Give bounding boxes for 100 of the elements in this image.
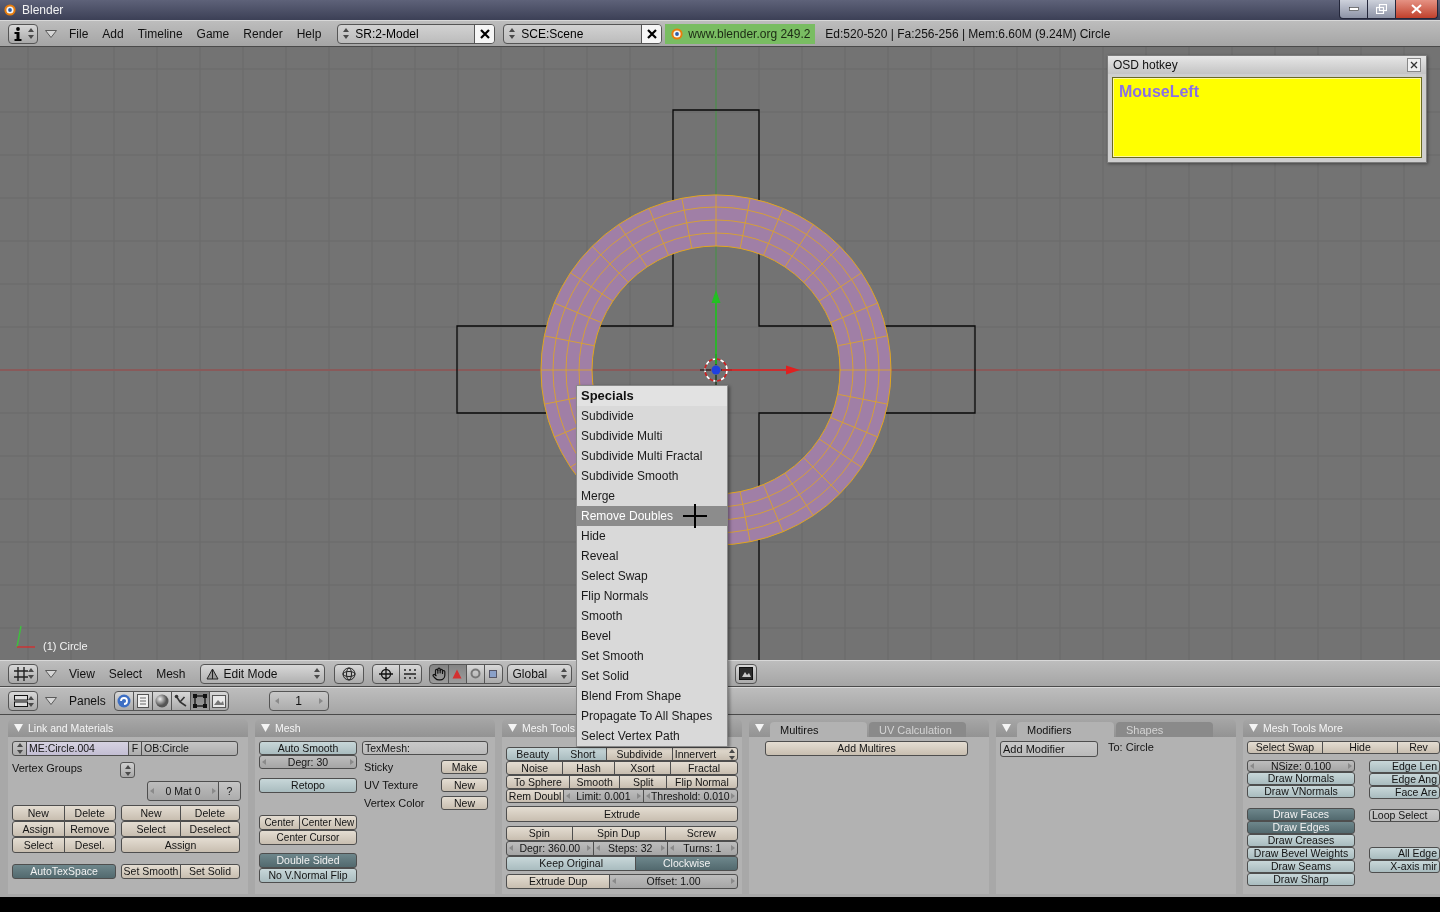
menu-item[interactable]: Select — [101, 663, 150, 684]
menu-item[interactable]: Subdivide Multi — [577, 426, 727, 446]
delete-button[interactable] — [474, 24, 495, 43]
menu-item[interactable]: File — [62, 23, 96, 44]
view-type-button[interactable] — [8, 663, 38, 684]
tool-button[interactable]: Set Solid — [180, 864, 240, 879]
editor-type-button[interactable] — [8, 23, 38, 44]
tool-button[interactable]: Hide — [1322, 741, 1398, 754]
context-button[interactable] — [132, 691, 153, 711]
close-button[interactable] — [1395, 0, 1438, 19]
mesh-name-field[interactable]: ME:Circle.004 — [26, 741, 129, 756]
menu-item[interactable]: Render — [236, 23, 290, 44]
minimize-button[interactable] — [1339, 0, 1368, 19]
toggle-button[interactable]: Draw Normals — [1247, 772, 1355, 785]
menu-item[interactable]: Add — [95, 23, 131, 44]
tool-button[interactable]: Remove — [63, 821, 116, 837]
tool-button[interactable]: Subdivide — [606, 747, 673, 761]
tool-button[interactable]: Fractal — [670, 761, 738, 775]
tool-button[interactable]: Delete — [63, 805, 116, 821]
toggle-button[interactable]: Short — [558, 747, 608, 761]
toggle-button[interactable]: No V.Normal Flip — [259, 868, 357, 883]
collapse-triangle-icon[interactable] — [45, 669, 57, 678]
tool-button[interactable]: Hash — [562, 761, 615, 775]
toggle-button[interactable]: Draw Sharp — [1247, 873, 1355, 886]
collapse-triangle-icon[interactable] — [1002, 724, 1011, 732]
tool-button[interactable]: New — [441, 796, 488, 810]
tool-button[interactable]: Extrude — [506, 806, 738, 822]
menu-item[interactable]: Game — [189, 23, 237, 44]
number-field[interactable]: NSize: 0.100 — [1247, 760, 1355, 772]
context-button[interactable] — [189, 691, 210, 711]
tool-button[interactable]: Make — [441, 760, 488, 774]
context-button[interactable] — [170, 691, 191, 711]
menu-item[interactable]: Bevel — [577, 626, 727, 646]
menu-item[interactable]: Select Swap — [577, 566, 727, 586]
loop-select-field[interactable]: Loop Select — [1369, 809, 1440, 822]
menu-item[interactable]: Set Smooth — [577, 646, 727, 666]
collapse-triangle-icon[interactable] — [45, 697, 57, 705]
fake-user-button[interactable]: F — [128, 741, 142, 756]
collapse-triangle-icon[interactable] — [14, 724, 23, 732]
object-name-field[interactable]: OB:Circle — [141, 741, 238, 756]
dropdown-button[interactable]: Innervert — [671, 747, 738, 761]
tool-button[interactable]: Delete — [180, 805, 240, 821]
maximize-button[interactable] — [1367, 0, 1396, 19]
tool-button[interactable]: Assign — [12, 821, 65, 837]
tool-button[interactable]: New — [441, 778, 488, 792]
mode-dropdown[interactable]: Edit Mode — [199, 663, 325, 684]
toggle-button[interactable]: Retopo — [259, 778, 357, 793]
screen-field[interactable]: SR:2-Model — [337, 23, 496, 44]
frame-field[interactable]: 1 — [268, 691, 329, 711]
toggle-button[interactable]: Double Sided — [259, 853, 357, 868]
manipulator-toggle[interactable] — [428, 663, 449, 684]
toggle-button[interactable]: Draw Creases — [1247, 834, 1355, 847]
vertex-group-menu-button[interactable] — [120, 762, 135, 778]
scene-field[interactable]: SCE:Scene — [503, 23, 663, 44]
menu-item[interactable]: Subdivide Multi Fractal — [577, 446, 727, 466]
menu-item[interactable]: Select Vertex Path — [577, 726, 727, 746]
add-modifier-menu[interactable]: Add Modifier — [1000, 741, 1098, 757]
tool-button[interactable]: Assign — [121, 837, 240, 853]
toggle-button[interactable]: All Edge — [1369, 847, 1440, 860]
menu-item[interactable]: Blend From Shape — [577, 686, 727, 706]
transform-mode-button[interactable] — [483, 663, 503, 684]
texmesh-field[interactable]: TexMesh: — [362, 741, 488, 755]
menu-item[interactable]: Merge — [577, 486, 727, 506]
editor-type-button[interactable] — [8, 691, 38, 711]
tool-button[interactable]: Extrude Dup — [506, 873, 611, 889]
tool-button[interactable]: Select — [12, 837, 65, 853]
toggle-button[interactable]: Draw VNormals — [1247, 785, 1355, 798]
panel-tab[interactable]: Multires — [770, 722, 867, 737]
toggle-button[interactable]: Draw Seams — [1247, 860, 1355, 873]
transform-mode-button[interactable] — [447, 663, 467, 684]
tool-button[interactable]: New — [121, 805, 181, 821]
tool-button[interactable]: Spin Dup — [571, 825, 666, 841]
tool-button[interactable]: Rev — [1397, 741, 1440, 754]
collapse-triangle-icon[interactable] — [261, 724, 270, 732]
context-button[interactable] — [151, 691, 172, 711]
tool-button[interactable]: Spin — [506, 825, 573, 841]
collapse-triangle-icon[interactable] — [508, 724, 517, 732]
number-field[interactable]: Degr: 30 — [259, 755, 357, 769]
delete-button[interactable] — [641, 24, 662, 43]
tool-button[interactable]: Select Swap — [1247, 741, 1323, 754]
tool-button[interactable]: Set Smooth — [121, 864, 181, 879]
toggle-button[interactable]: Face Are — [1369, 786, 1440, 799]
menu-item[interactable]: Reveal — [577, 546, 727, 566]
tool-button[interactable]: Split — [619, 775, 667, 789]
close-button[interactable] — [1407, 58, 1421, 72]
toggle-button[interactable]: Draw Bevel Weights — [1247, 847, 1355, 860]
menu-item[interactable]: Mesh — [149, 663, 193, 684]
number-field[interactable]: Threshold: 0.010 — [642, 789, 738, 803]
tool-button[interactable]: Center Cursor — [259, 830, 357, 845]
toggle-button[interactable]: Edge Ang — [1369, 773, 1440, 786]
pivot-button[interactable] — [371, 663, 400, 684]
tool-button[interactable]: Screw — [664, 825, 738, 841]
menu-item[interactable]: View — [62, 663, 102, 684]
transform-mode-button[interactable] — [465, 663, 485, 684]
collapse-triangle-icon[interactable] — [1249, 724, 1258, 732]
panel-tab[interactable]: Modifiers — [1017, 722, 1114, 737]
number-field[interactable]: Limit: 0.001 — [563, 789, 644, 803]
tool-button[interactable]: Rem Doubl — [506, 789, 565, 803]
collapse-triangle-icon[interactable] — [755, 724, 764, 732]
tool-button[interactable]: Select — [121, 821, 181, 837]
